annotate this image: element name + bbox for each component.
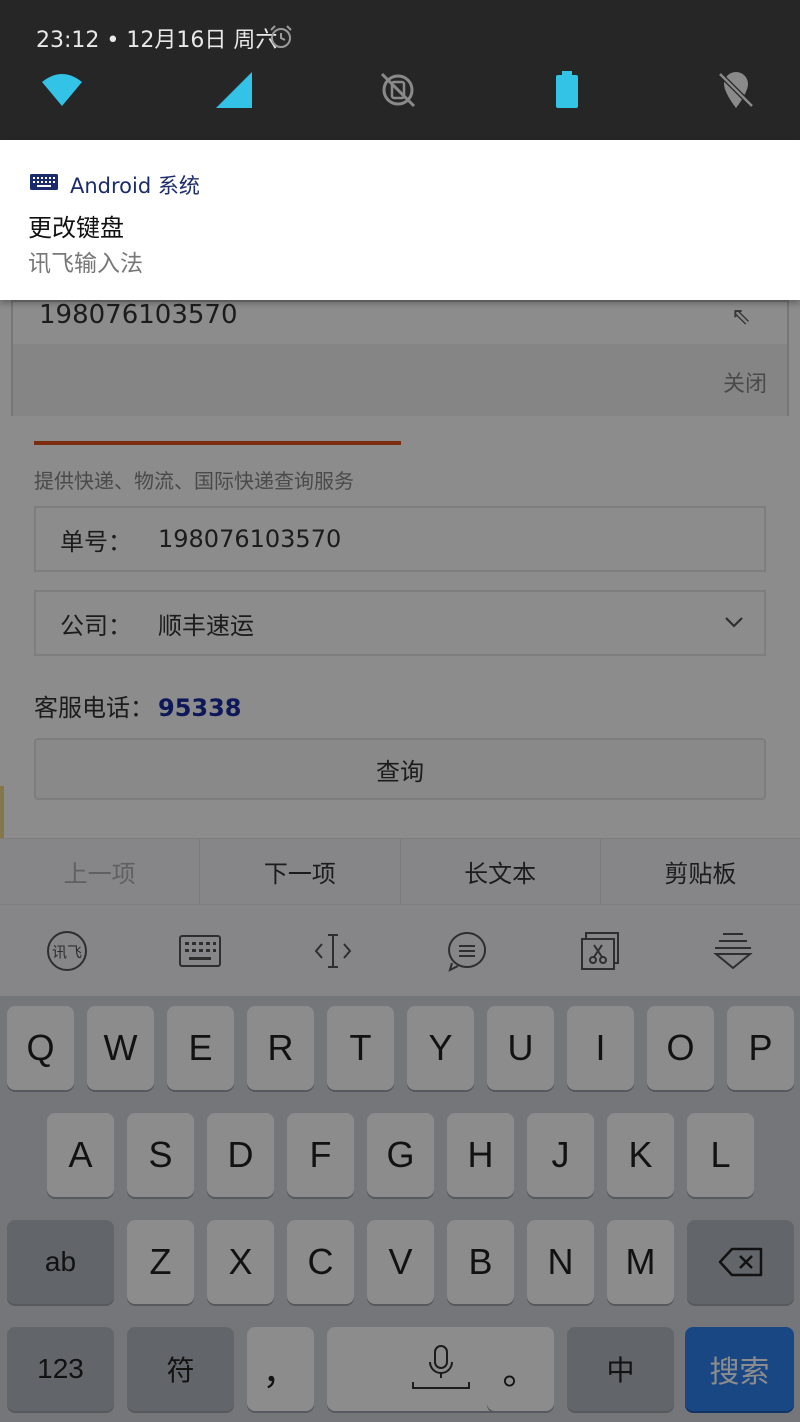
battery-icon[interactable] bbox=[545, 70, 589, 110]
notification-title: 更改键盘 bbox=[28, 214, 124, 242]
cellular-signal-icon[interactable] bbox=[212, 70, 256, 110]
alarm-icon bbox=[270, 25, 292, 48]
keyboard-icon bbox=[30, 174, 58, 190]
auto-rotate-off-icon[interactable] bbox=[376, 70, 420, 110]
wifi-icon[interactable] bbox=[40, 70, 84, 110]
notification-app-name: Android 系统 bbox=[70, 174, 200, 198]
status-time-date: 23:12 • 12月16日 周六 bbox=[36, 28, 278, 53]
notification-text: 讯飞输入法 bbox=[28, 251, 143, 277]
quick-settings-header: 23:12 • 12月16日 周六 bbox=[0, 0, 800, 140]
location-off-icon[interactable] bbox=[714, 70, 758, 110]
